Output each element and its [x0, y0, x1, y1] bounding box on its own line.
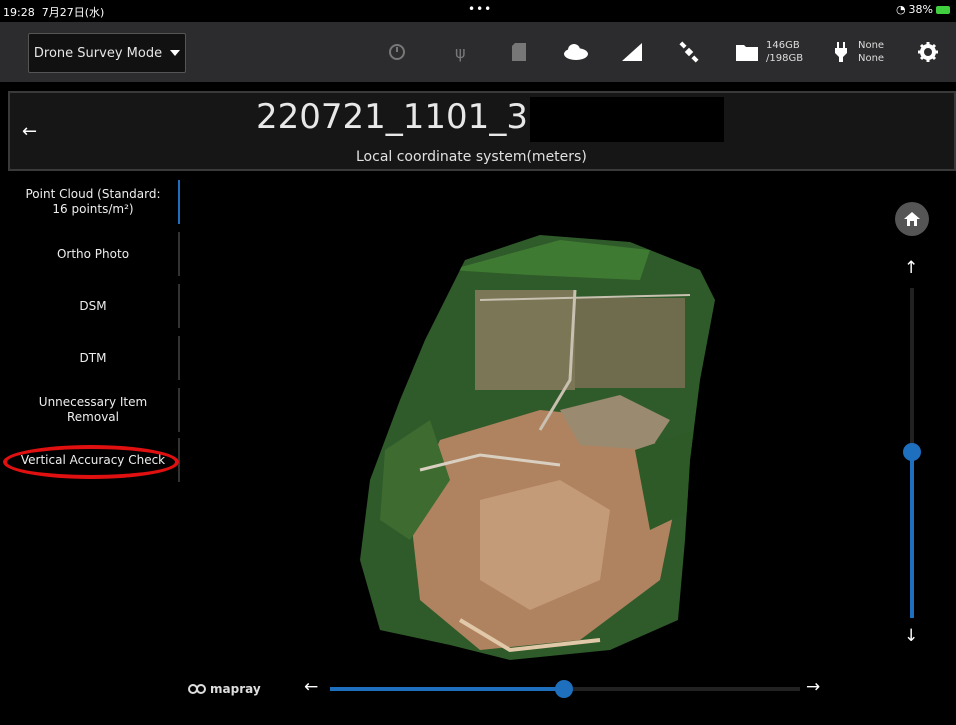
sidebar-item-dsm[interactable]: DSM — [8, 282, 180, 330]
point-cloud-viewer[interactable]: ↑ ↓ mapray ← → — [180, 180, 947, 708]
status-bar: 19:28 7月27日(水) ••• ◔ 38% — [0, 0, 956, 22]
project-header: ← 220721_1101_33_ Local coordinate syste… — [8, 91, 956, 171]
project-title: 220721_1101_33_ — [256, 97, 567, 137]
horizontal-slider-fill — [330, 687, 565, 691]
sidebar-item-dtm[interactable]: DTM — [8, 334, 180, 382]
status-time: 19:28 7月27日(水) — [3, 6, 105, 19]
horizontal-slider-thumb[interactable] — [555, 680, 573, 698]
wifi-icon: ◔ — [895, 3, 906, 16]
mode-dropdown[interactable]: Drone Survey Mode — [28, 33, 186, 73]
rotate-right-arrow-icon[interactable]: → — [806, 677, 820, 697]
status-right: ◔ 38% — [896, 3, 950, 16]
settings-gear-icon[interactable] — [918, 22, 938, 82]
vertical-slider-fill — [910, 452, 914, 618]
folder-icon — [736, 45, 758, 61]
sidebar-item-ortho-photo[interactable]: Ortho Photo — [8, 230, 180, 278]
home-view-button[interactable] — [895, 202, 929, 236]
power-line1: None — [858, 40, 885, 51]
sidebar-item-point-cloud[interactable]: Point Cloud (Standard: 16 points/m²) — [8, 178, 180, 226]
mapray-logo-icon — [188, 684, 206, 694]
timer-icon — [388, 22, 406, 82]
coordinate-system-label: Local coordinate system(meters) — [356, 149, 587, 165]
plug-icon — [835, 42, 847, 62]
mapray-brand-text: mapray — [210, 682, 261, 696]
storage-indicator: 146GB/198GB — [736, 22, 803, 82]
signal-icon — [622, 22, 642, 82]
power-indicator: None None — [834, 22, 884, 82]
zoom-up-arrow-icon[interactable]: ↑ — [904, 258, 918, 278]
sd-card-icon — [512, 22, 526, 82]
mode-label: Drone Survey Mode — [33, 45, 163, 61]
redaction-box — [530, 97, 724, 142]
vertical-slider-thumb[interactable] — [903, 443, 921, 461]
storage-used: 146GB — [766, 40, 800, 51]
multitask-dots-icon[interactable]: ••• — [468, 2, 492, 16]
usb-icon: ψ — [455, 42, 466, 62]
home-icon — [904, 212, 920, 226]
sidebar-item-unnecessary-item-removal[interactable]: Unnecessary Item Removal — [8, 386, 180, 434]
battery-icon — [936, 5, 950, 14]
power-line2: None — [858, 53, 885, 64]
top-toolbar: Drone Survey Mode ψ 146GB/198GB None None — [0, 22, 956, 82]
point-cloud-render — [360, 235, 715, 660]
caret-down-icon — [170, 50, 181, 56]
zoom-down-arrow-icon[interactable]: ↓ — [904, 626, 918, 646]
rotate-left-arrow-icon[interactable]: ← — [304, 677, 318, 697]
back-arrow-icon[interactable]: ← — [22, 121, 37, 142]
satellite-icon — [678, 22, 700, 82]
mapray-logo: mapray — [188, 682, 261, 696]
red-highlight-annotation — [3, 445, 179, 479]
data-type-sidebar: Point Cloud (Standard: 16 points/m²) Orth… — [8, 178, 180, 708]
battery-percent: 38% — [908, 3, 933, 16]
cloud-icon — [563, 22, 589, 82]
storage-total: /198GB — [766, 53, 804, 64]
